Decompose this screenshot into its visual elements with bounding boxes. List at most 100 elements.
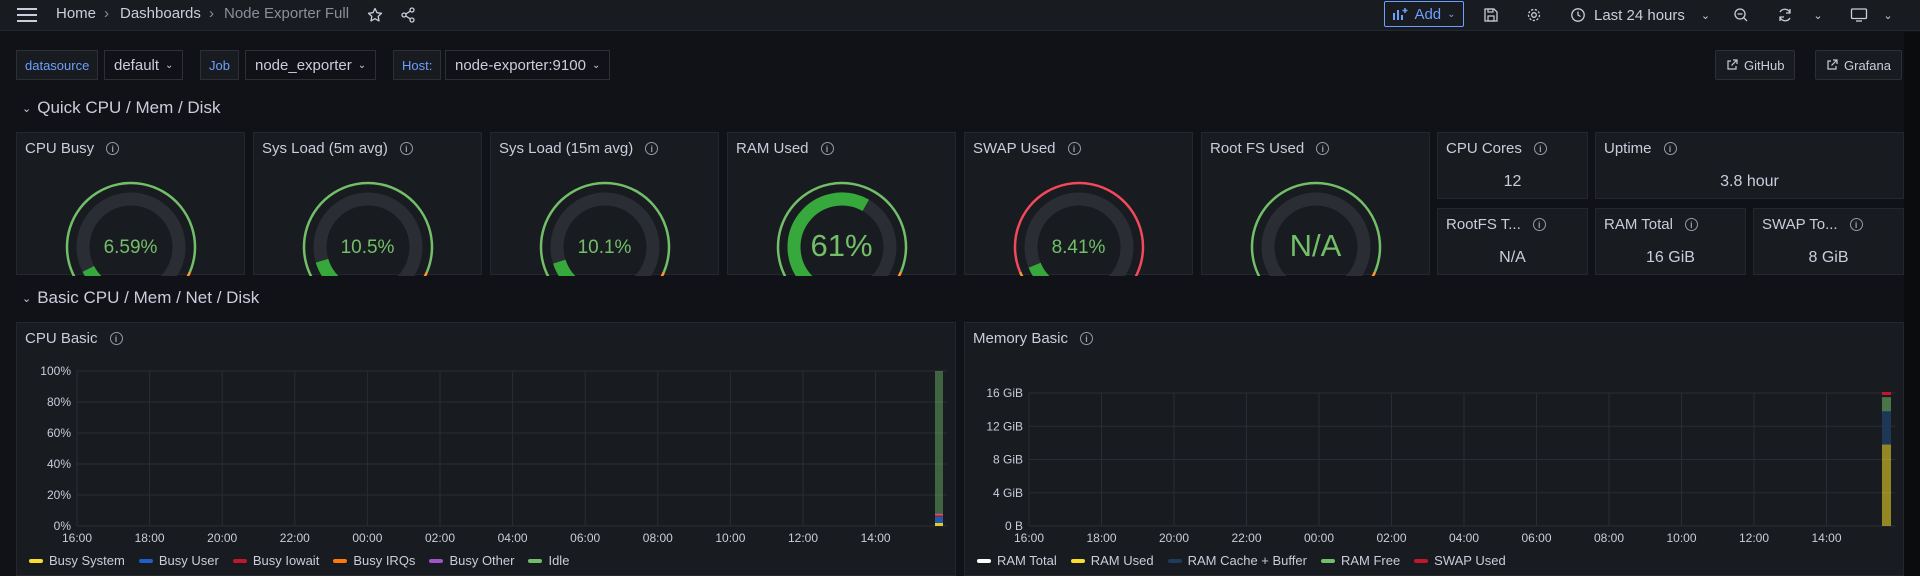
chevron-down-icon: ⌄ [1700, 9, 1711, 22]
info-icon[interactable]: i [1684, 218, 1698, 231]
stat-panel-ram-total[interactable]: RAM Total i 16 GiB [1595, 208, 1746, 275]
info-icon[interactable]: i [1532, 218, 1546, 231]
panel-cpu-basic[interactable]: CPU Basic i 100% 80% 60% 40% 20% 0% 16:00 18:00 2… [16, 322, 956, 576]
grafana-link[interactable]: Grafana [1815, 50, 1902, 80]
gear-icon[interactable] [1521, 3, 1547, 27]
breadcrumb-separator: › [104, 5, 109, 22]
panel-title-text: RootFS T... [1446, 216, 1521, 233]
host-select[interactable]: node-exporter:9100 ⌄ [445, 50, 611, 80]
panel-title-text: CPU Cores [1446, 140, 1522, 157]
gauge-panel-sys-load-5m-avg[interactable]: Sys Load (5m avg) i 10.5% [253, 132, 482, 276]
save-icon[interactable] [1478, 3, 1504, 27]
breadcrumb-dashboards[interactable]: Dashboards [120, 5, 201, 22]
chevron-down-icon[interactable]: ⌄ [1876, 3, 1900, 27]
breadcrumb-home[interactable]: Home [56, 5, 96, 22]
x-tick-label: 00:00 [352, 531, 382, 545]
gauge-panel-ram-used[interactable]: RAM Used i 61% [727, 132, 956, 276]
chevron-down-icon: ⌄ [1447, 8, 1456, 20]
panel-title-text: Uptime [1604, 140, 1652, 157]
legend-item[interactable]: Busy Iowait [232, 553, 319, 568]
star-icon[interactable] [362, 3, 388, 27]
gauge-value-band [82, 265, 102, 276]
share-icon[interactable] [395, 3, 421, 27]
legend-label: RAM Total [997, 553, 1057, 568]
legend-swatch [232, 558, 247, 563]
stat-panel-rootfs-total[interactable]: RootFS T... i N/A [1437, 208, 1588, 275]
breadcrumb-separator: › [209, 5, 214, 22]
series-mark-busy-user [935, 516, 943, 523]
cpu-basic-chart[interactable]: 100%80%60%40%20%0%16:00 18:00 20:00 22:00 00… [17, 323, 955, 575]
x-tick-label: 04:00 [1449, 531, 1479, 545]
series-mark-busy-system [935, 522, 943, 526]
legend-item[interactable]: Busy User [138, 553, 219, 568]
job-select[interactable]: node_exporter ⌄ [245, 50, 377, 80]
legend-label: Busy IRQs [353, 553, 416, 568]
gauge-value: 6.59% [103, 237, 158, 258]
y-tick-label: 16 GiB [986, 386, 1023, 400]
github-link[interactable]: GitHub [1715, 50, 1796, 80]
legend-swatch [333, 558, 348, 563]
gauge-value: 8.41% [1051, 237, 1106, 258]
legend-item[interactable]: Idle [528, 553, 569, 568]
gauge-panel-swap-used[interactable]: SWAP Used i 8.41% [964, 132, 1193, 276]
stat-value: 16 GiB [1646, 249, 1695, 266]
stat-panel-cpu-cores[interactable]: CPU Cores i 12 [1437, 132, 1588, 199]
gauge-value: 10.1% [577, 237, 632, 258]
x-tick-label: 12:00 [788, 531, 818, 545]
row-basic-cpu-mem-net-disk[interactable]: ⌄ Basic CPU / Mem / Net / Disk [22, 288, 259, 308]
legend-item[interactable]: RAM Used [1070, 553, 1154, 568]
gauge-threshold-orange [423, 271, 429, 276]
scrollbar[interactable] [1904, 32, 1920, 576]
time-range-label: Last 24 hours [1594, 6, 1685, 24]
x-tick-label: 02:00 [425, 531, 455, 545]
legend-item[interactable]: RAM Cache + Buffer [1167, 553, 1307, 568]
row-quick-cpu-mem-disk[interactable]: ⌄ Quick CPU / Mem / Disk [22, 98, 220, 118]
y-tick-label: 12 GiB [986, 419, 1023, 433]
info-icon[interactable]: i [1663, 142, 1677, 155]
panel-title: SWAP To... i [1762, 216, 1863, 233]
legend-label: RAM Used [1090, 553, 1154, 568]
chevron-down-icon[interactable]: ⌄ [1806, 3, 1830, 27]
series-mark-swap-used [1882, 392, 1891, 395]
zoom-out-icon[interactable] [1728, 3, 1754, 27]
panel-title: CPU Cores i [1446, 140, 1547, 157]
menu-icon[interactable] [14, 3, 40, 27]
legend-swatch [528, 558, 543, 563]
gauge-panel-cpu-busy[interactable]: CPU Busy i 6.59% [16, 132, 245, 276]
stat-value: N/A [1499, 249, 1526, 266]
y-tick-label: 8 GiB [993, 453, 1023, 467]
time-range-picker[interactable]: Last 24 hours ⌄ [1570, 3, 1710, 27]
tv-mode-icon[interactable] [1846, 3, 1872, 27]
gauge-threshold-orange [660, 271, 666, 276]
legend-swatch [1414, 558, 1429, 563]
gauge-panel-sys-load-15m-avg[interactable]: Sys Load (15m avg) i 10.1% [490, 132, 719, 276]
x-tick-label: 16:00 [62, 531, 92, 545]
info-icon[interactable]: i [1849, 218, 1863, 231]
panel-memory-basic[interactable]: Memory Basic i 16 GiB 12 GiB 8 GiB 4 GiB 0 B1… [964, 322, 1904, 576]
x-tick-label: 18:00 [135, 531, 165, 545]
stat-panel-uptime[interactable]: Uptime i 3.8 hour [1595, 132, 1904, 199]
y-tick-label: 100% [40, 364, 71, 378]
x-tick-label: 00:00 [1304, 531, 1334, 545]
legend-label: RAM Cache + Buffer [1187, 553, 1307, 568]
refresh-icon[interactable] [1772, 3, 1798, 27]
series-mark-ram-free [1882, 397, 1891, 412]
datasource-select[interactable]: default ⌄ [104, 50, 184, 80]
row-title: Basic CPU / Mem / Net / Disk [37, 288, 260, 307]
x-tick-label: 08:00 [643, 531, 673, 545]
legend-swatch [1167, 558, 1182, 563]
memory-basic-chart[interactable]: 16 GiB12 GiB8 GiB4 GiB0 B16:00 18:00 20:00… [965, 323, 1903, 575]
x-tick-label: 18:00 [1086, 531, 1116, 545]
legend-item[interactable]: RAM Free [1320, 553, 1400, 568]
legend-item[interactable]: Busy Other [429, 553, 514, 568]
add-button[interactable]: Add ⌄ [1384, 1, 1464, 27]
legend-item[interactable]: Busy System [29, 553, 125, 568]
legend-item[interactable]: SWAP Used [1414, 553, 1506, 568]
legend-item[interactable]: Busy IRQs [333, 553, 415, 568]
legend-item[interactable]: RAM Total [977, 553, 1057, 568]
cpu-basic-legend: Busy System Busy User Busy Iowait Busy IRQs… [29, 553, 569, 568]
info-icon[interactable]: i [1533, 142, 1547, 155]
gauge-panel-root-fs-used[interactable]: Root FS Used i N/A [1201, 132, 1430, 276]
stat-panel-swap-total[interactable]: SWAP To... i 8 GiB [1753, 208, 1904, 275]
grafana-link-label: Grafana [1844, 57, 1891, 73]
